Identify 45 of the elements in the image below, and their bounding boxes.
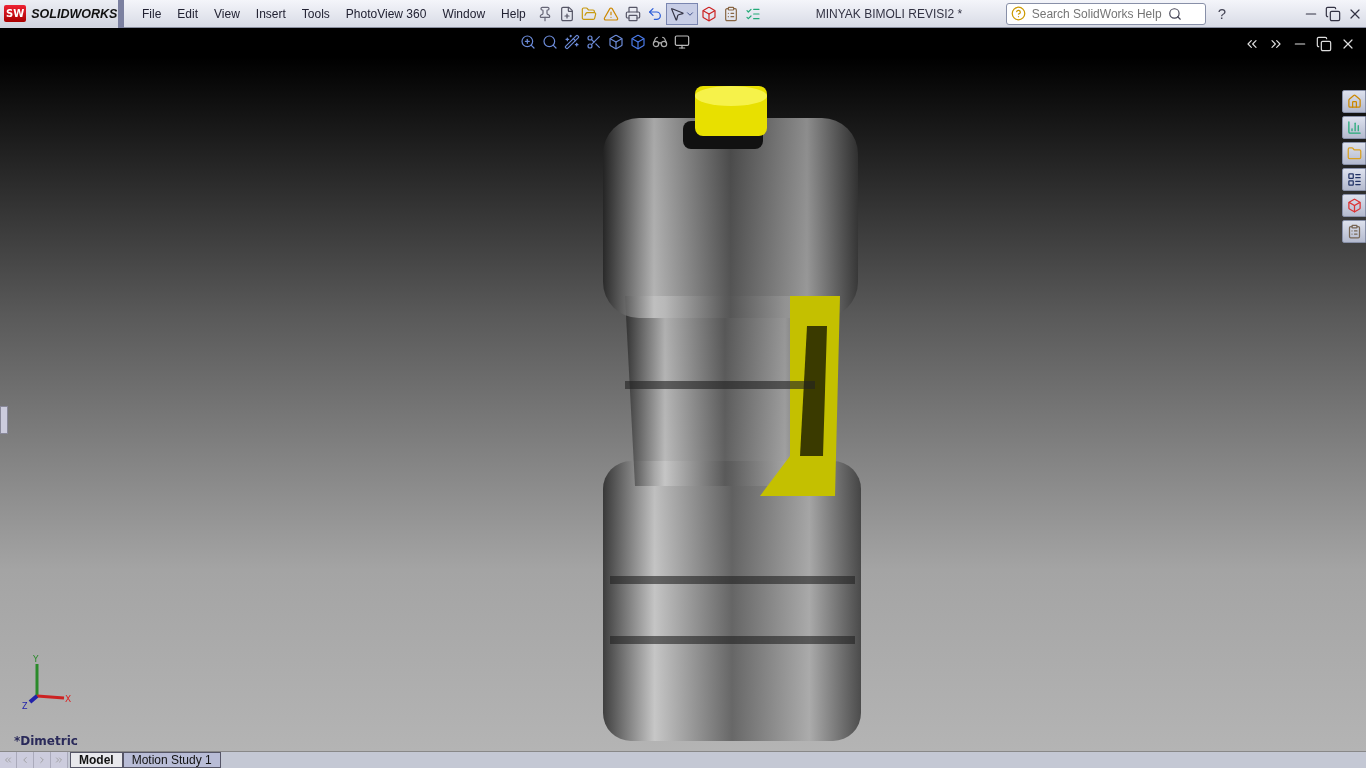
- search-icon[interactable]: [1167, 6, 1182, 21]
- properties-tab[interactable]: [1342, 220, 1366, 243]
- menu-item[interactable]: Tools: [293, 6, 338, 21]
- axis-triad-drawing: Y X Z: [20, 654, 76, 710]
- menu-item[interactable]: PhotoView 360: [337, 6, 435, 21]
- menu-item[interactable]: File: [134, 6, 170, 21]
- options-icon[interactable]: [722, 5, 739, 22]
- panel-handle[interactable]: [0, 406, 8, 434]
- cube-icon[interactable]: [608, 34, 624, 50]
- bottom-tab[interactable]: Motion Study 1: [122, 752, 221, 768]
- scissors-icon[interactable]: [586, 34, 602, 50]
- menu-item[interactable]: Window: [434, 6, 494, 21]
- new-file-icon[interactable]: [558, 5, 575, 22]
- home-icon: [1346, 94, 1362, 109]
- menu-item[interactable]: Help: [493, 6, 534, 21]
- cube-icon: [1346, 198, 1362, 213]
- zoom-fit-icon[interactable]: [520, 34, 536, 50]
- monitor-icon[interactable]: [674, 34, 690, 50]
- undo-icon[interactable]: [646, 5, 663, 22]
- restore-icon[interactable]: [1325, 5, 1341, 22]
- select-button[interactable]: [665, 2, 698, 25]
- menu-item[interactable]: Insert: [247, 6, 294, 21]
- warning-icon[interactable]: [602, 5, 619, 22]
- list-icon: [1346, 172, 1362, 187]
- search-field[interactable]: Search SolidWorks Help: [1005, 2, 1206, 25]
- help-button[interactable]: ?: [1217, 5, 1227, 22]
- help-icon: [1010, 6, 1026, 21]
- print-icon[interactable]: [624, 5, 641, 22]
- box-icon[interactable]: [630, 34, 646, 50]
- app-name: SOLIDWORKS: [31, 6, 118, 21]
- view-orientation-label: *Dimetric: [14, 734, 78, 748]
- bottom-tab[interactable]: Model: [70, 752, 123, 768]
- bar-chart-icon: [1346, 120, 1362, 135]
- glasses-icon[interactable]: [652, 34, 668, 50]
- zoom-area-icon[interactable]: [542, 34, 558, 50]
- logo-badge: SW: [4, 5, 27, 22]
- document-title: MINYAK BIMOLI REVISI2 *: [815, 6, 964, 21]
- clipboard-icon: [1346, 224, 1362, 239]
- restore-icon[interactable]: [1316, 36, 1332, 52]
- menu-item[interactable]: View: [206, 6, 248, 21]
- wand-icon[interactable]: [564, 34, 580, 50]
- menu-item[interactable]: Edit: [169, 6, 207, 21]
- pointer-icon: [668, 5, 685, 22]
- folder-icon: [1346, 146, 1362, 161]
- view-palette-tab[interactable]: [1342, 168, 1366, 191]
